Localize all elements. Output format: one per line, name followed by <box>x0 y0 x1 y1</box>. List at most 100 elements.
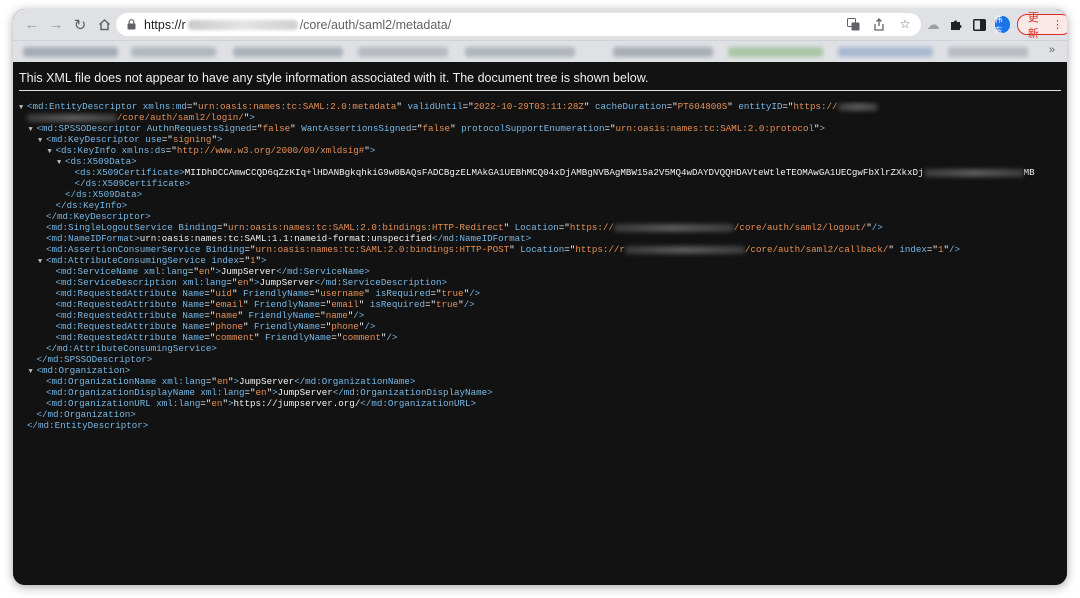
xml-text: =" <box>204 310 216 321</box>
update-button[interactable]: 更新 ⋮ <box>1016 12 1067 40</box>
xml-attr-name: FriendlyName <box>265 332 332 343</box>
bookmark-star-icon[interactable]: ☆ <box>897 16 913 32</box>
xml-attr-name: FriendlyName <box>254 299 321 310</box>
xml-attr-name: isRequired <box>375 288 431 299</box>
xml-line: </ds:KeyInfo> <box>19 200 1065 211</box>
xml-tag: <md:RequestedAttribute <box>55 310 183 321</box>
bookmark-item[interactable] <box>23 47 118 57</box>
xml-text: =" <box>424 299 436 310</box>
translate-icon[interactable] <box>845 16 861 32</box>
xml-attr-value: https://r <box>575 244 625 255</box>
collapse-triangle-icon[interactable]: ▼ <box>38 136 46 147</box>
xml-attr-name: Binding <box>178 222 217 233</box>
xml-attr-value: name <box>325 310 348 321</box>
xml-text: " <box>358 299 370 310</box>
bookmark-item[interactable] <box>131 47 216 57</box>
xml-text: " <box>396 101 408 112</box>
xml-text: MB <box>1023 167 1035 178</box>
xml-text: =" <box>161 134 173 145</box>
share-icon[interactable] <box>871 16 887 32</box>
xml-text: =" <box>604 123 616 134</box>
address-bar[interactable]: https:// r /core/auth/saml2/metadata/ ☆ <box>116 13 921 36</box>
xml-tag: </ds:X509Data> <box>65 189 143 200</box>
bookmark-item[interactable] <box>948 47 1028 57</box>
xml-text: =" <box>238 255 251 266</box>
bookmark-item[interactable] <box>233 47 343 57</box>
more-bookmarks-icon[interactable]: » <box>1049 44 1055 56</box>
side-panel-icon[interactable] <box>971 15 987 35</box>
xml-text: =" <box>226 277 238 288</box>
browser-window: ← → ↻ https:// r /core/auth/saml2/metada… <box>13 9 1067 585</box>
xml-tag: /> <box>871 222 883 233</box>
xml-attr-value: signing <box>172 134 212 145</box>
url-text[interactable]: https:// r /core/auth/saml2/metadata/ <box>144 18 451 32</box>
xml-line: /core/auth/saml2/login/"> <box>19 112 1065 123</box>
xml-attr-value: false <box>422 123 451 134</box>
xml-attr-name: WantAssertionsSigned <box>301 123 412 134</box>
xml-attr-value: true <box>436 299 459 310</box>
xml-text: =" <box>430 288 442 299</box>
xml-tag: <md:ServiceDescription <box>55 277 183 288</box>
xml-attr-value: https:// <box>569 222 614 233</box>
xml-attr-name: AuthnRequestsSigned <box>146 123 252 134</box>
xml-tag: /> <box>386 332 398 343</box>
collapse-triangle-icon[interactable]: ▼ <box>29 367 37 378</box>
xml-tag: > <box>369 145 376 156</box>
xml-attr-name: entityID <box>738 101 783 112</box>
xml-attr-value: http://www.w3.org/2000/09/xmldsig# <box>176 145 365 156</box>
xml-attr-value: en <box>216 376 228 387</box>
xml-attr-name: xml:lang <box>161 376 206 387</box>
xml-text: =" <box>251 123 263 134</box>
xml-attr-name: xmlns:md <box>142 101 187 112</box>
page-content: This XML file does not appear to have an… <box>13 62 1067 585</box>
bookmark-item[interactable] <box>358 47 448 57</box>
xml-line: </md:AttributeConsumingService> <box>19 343 1065 354</box>
xml-text: JumpServer <box>277 387 333 398</box>
back-icon[interactable]: ← <box>21 14 43 36</box>
xml-tag: <md:SingleLogoutService <box>46 222 179 233</box>
collapse-triangle-icon[interactable]: ▼ <box>29 125 37 136</box>
xml-line: <md:OrganizationName xml:lang="en">JumpS… <box>19 376 1065 387</box>
xml-line: ▼ <md:EntityDescriptor xmlns:md="urn:oasi… <box>19 101 1065 112</box>
xml-text: " <box>727 101 739 112</box>
xml-attr-value: urn:oasis:names:tc:SAML:2.0:bindings:HTT… <box>227 222 504 233</box>
collapse-triangle-icon[interactable]: ▼ <box>38 257 46 268</box>
forward-icon[interactable]: → <box>45 14 67 36</box>
xml-attr-name: xml:lang <box>200 387 245 398</box>
xml-text: =" <box>666 101 678 112</box>
divider <box>19 90 1061 91</box>
home-icon[interactable] <box>93 14 115 36</box>
collapse-triangle-icon[interactable]: ▼ <box>48 147 56 158</box>
xml-attr-name: Name <box>182 299 205 310</box>
xml-tag: <ds:X509Data> <box>65 156 137 167</box>
xml-attr-value: urn:oasis:names:tc:SAML:2.0:protocol <box>615 123 814 134</box>
xml-attr-value: uid <box>215 288 232 299</box>
reload-icon[interactable]: ↻ <box>69 14 91 36</box>
xml-style-notice: This XML file does not appear to have an… <box>19 71 649 85</box>
xml-tag: <md:RequestedAttribute <box>55 332 183 343</box>
collapse-triangle-icon[interactable]: ▼ <box>57 158 65 169</box>
xml-line: </md:SPSSODescriptor> <box>19 354 1065 365</box>
xml-tag: </md:EntityDescriptor> <box>27 420 149 431</box>
xml-line: <md:RequestedAttribute Name="uid" Friend… <box>19 288 1065 299</box>
profile-avatar[interactable]: 伟东 <box>994 15 1010 35</box>
xml-attr-name: index <box>211 255 239 266</box>
xml-attr-name: xml:lang <box>143 266 188 277</box>
bookmark-item[interactable] <box>613 47 713 57</box>
xml-text: " <box>364 288 376 299</box>
bookmark-item[interactable] <box>838 47 933 57</box>
bookmark-item[interactable] <box>728 47 823 57</box>
xml-line: <md:AssertionConsumerService Binding="ur… <box>19 244 1065 255</box>
extension-cloud-icon[interactable]: ☁ <box>925 15 941 35</box>
xml-attr-value: email <box>215 299 243 310</box>
bookmark-item[interactable] <box>465 47 575 57</box>
lock-icon[interactable] <box>126 19 136 31</box>
extensions-puzzle-icon[interactable] <box>948 15 964 35</box>
xml-text: =" <box>782 101 794 112</box>
xml-attr-name: Name <box>182 310 205 321</box>
xml-text: " <box>242 321 255 332</box>
xml-tag: </md:KeyDescriptor> <box>46 211 151 222</box>
xml-text: JumpServer <box>259 277 315 288</box>
xml-attr-name: Name <box>182 321 205 332</box>
